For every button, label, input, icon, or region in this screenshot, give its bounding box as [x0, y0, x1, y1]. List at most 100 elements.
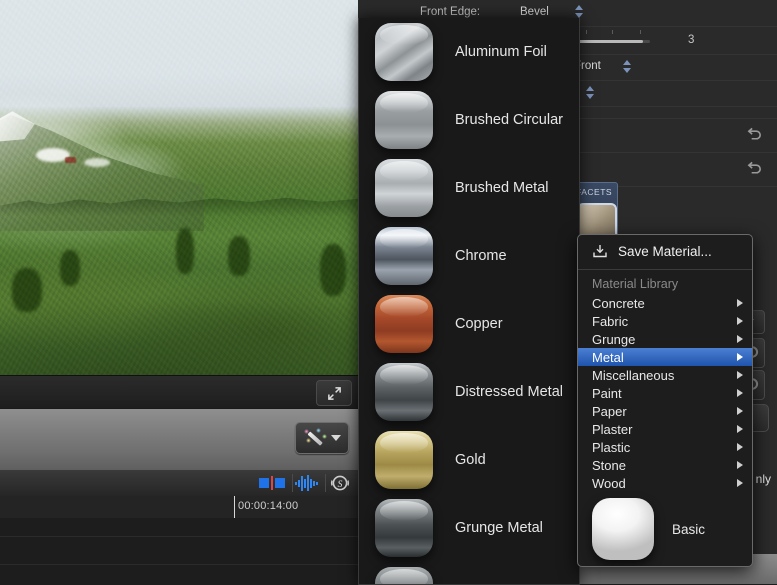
material-item[interactable]: Brushed Metal: [359, 154, 579, 222]
menu-item-miscellaneous[interactable]: Miscellaneous: [578, 366, 752, 384]
material-swatch: [375, 91, 433, 149]
save-material-label: Save Material...: [618, 243, 712, 259]
menu-item-plaster[interactable]: Plaster: [578, 420, 752, 438]
basic-material-swatch: [592, 498, 654, 560]
facets-label: FACETS: [576, 187, 613, 197]
material-item[interactable]: Grunge Metal: [359, 494, 579, 562]
material-swatch: [375, 431, 433, 489]
revert-arrow-icon[interactable]: [746, 160, 763, 177]
enhance-toolbar: [0, 408, 358, 472]
material-item[interactable]: Copper: [359, 290, 579, 358]
material-item[interactable]: Brushed Circular: [359, 86, 579, 154]
menu-item-grunge[interactable]: Grunge: [578, 330, 752, 348]
menu-item-plastic[interactable]: Plastic: [578, 438, 752, 456]
material-name: Chrome: [455, 248, 507, 264]
basic-material-label: Basic: [672, 521, 706, 537]
timeline-tracks[interactable]: [0, 518, 358, 584]
wand-sparkle: [306, 438, 311, 443]
face-stepper[interactable]: [623, 59, 632, 74]
menu-item-stone[interactable]: Stone: [578, 456, 752, 474]
material-name: Distressed Metal: [455, 384, 563, 400]
material-context-menu[interactable]: Save Material... Material Library Concre…: [577, 234, 753, 567]
slider-tick: [640, 30, 641, 34]
menu-item-label: Miscellaneous: [592, 367, 675, 383]
save-tray-icon: [593, 245, 607, 258]
basic-material-item[interactable]: Basic: [578, 492, 752, 566]
material-name: Grunge Metal: [455, 520, 543, 536]
stepper-down-icon[interactable]: [586, 94, 594, 99]
material-name: Brushed Circular: [455, 112, 563, 128]
timeline-ruler[interactable]: [0, 496, 358, 519]
material-item[interactable]: Chrome: [359, 222, 579, 290]
triangle-down-icon[interactable]: [331, 435, 341, 441]
toolbar-divider: [292, 474, 293, 492]
menu-divider: [578, 269, 752, 270]
magic-wand-icon: [303, 428, 329, 448]
menu-item-label: Metal: [592, 349, 624, 365]
slider-value[interactable]: 3: [688, 34, 694, 46]
material-swatch: [375, 159, 433, 217]
triangle-right-icon: [737, 371, 743, 379]
material-browser-popup[interactable]: Aluminum Foil Brushed Circular Brushed Met…: [358, 18, 580, 585]
menu-item-fabric[interactable]: Fabric: [578, 312, 752, 330]
triangle-right-icon: [737, 389, 743, 397]
stepper-up-icon[interactable]: [586, 86, 594, 91]
menu-item-label: Concrete: [592, 295, 645, 311]
material-library-header: Material Library: [592, 277, 679, 291]
wand-sparkle: [304, 429, 309, 434]
material-swatch: [375, 363, 433, 421]
application-window: S 00:00:14:00 Front Edge: Bevel 3 Front …: [0, 0, 777, 585]
audio-waveform-icon[interactable]: [294, 473, 320, 493]
only-label: nly: [755, 472, 771, 486]
triangle-right-icon: [737, 317, 743, 325]
menu-item-paper[interactable]: Paper: [578, 402, 752, 420]
material-name: Brushed Metal: [455, 180, 549, 196]
enhance-button[interactable]: [295, 422, 349, 454]
material-swatch: [375, 295, 433, 353]
menu-item-label: Plaster: [592, 421, 633, 437]
triangle-right-icon: [737, 335, 743, 343]
material-list[interactable]: Aluminum Foil Brushed Circular Brushed Met…: [359, 18, 579, 584]
material-item[interactable]: Aluminum Foil: [359, 18, 579, 86]
toolbar-divider: [325, 474, 326, 492]
triangle-right-icon: [737, 479, 743, 487]
solo-glyph: S: [330, 475, 350, 491]
wand-sparkle: [316, 428, 321, 433]
menu-item-label: Wood: [592, 475, 626, 491]
front-edge-value[interactable]: Bevel: [520, 6, 549, 18]
material-item[interactable]: Gold: [359, 426, 579, 494]
menu-item-concrete[interactable]: Concrete: [578, 294, 752, 312]
timeline-panel: S 00:00:14:00: [0, 470, 358, 584]
material-category-list[interactable]: Concrete Fabric Grunge Metal Miscellaneous Pa…: [578, 294, 752, 492]
stepper-down-icon[interactable]: [623, 68, 631, 73]
timeline-toolbar: S: [0, 470, 358, 497]
playhead[interactable]: [234, 496, 235, 518]
triangle-right-icon: [737, 461, 743, 469]
material-item[interactable]: Distressed Metal: [359, 358, 579, 426]
material-swatch: [375, 227, 433, 285]
slider-tick: [586, 30, 587, 34]
menu-item-paint[interactable]: Paint: [578, 384, 752, 402]
save-material-menu-item[interactable]: Save Material...: [578, 235, 752, 267]
triangle-right-icon: [737, 425, 743, 433]
menu-item-label: Grunge: [592, 331, 636, 347]
clip-selection-glyph: [259, 476, 285, 490]
material-name: Gold: [455, 452, 486, 468]
menu-item-label: Paper: [592, 403, 627, 419]
front-edge-stepper[interactable]: [575, 4, 584, 19]
stepper-up-icon[interactable]: [623, 60, 631, 65]
expand-arrows-icon[interactable]: [316, 380, 352, 406]
stepper-up-icon[interactable]: [575, 5, 583, 10]
secondary-stepper[interactable]: [586, 85, 595, 100]
menu-item-wood[interactable]: Wood: [578, 474, 752, 492]
triangle-right-icon: [737, 407, 743, 415]
clip-selection-icon[interactable]: [258, 473, 286, 493]
revert-arrow-icon[interactable]: [746, 126, 763, 143]
material-item[interactable]: [359, 562, 579, 584]
track-divider: [0, 536, 358, 537]
audio-waveform-glyph: [295, 475, 318, 491]
video-viewer[interactable]: [0, 0, 358, 408]
solo-icon[interactable]: S: [328, 473, 352, 493]
menu-item-metal[interactable]: Metal: [578, 348, 752, 366]
menu-item-label: Paint: [592, 385, 622, 401]
